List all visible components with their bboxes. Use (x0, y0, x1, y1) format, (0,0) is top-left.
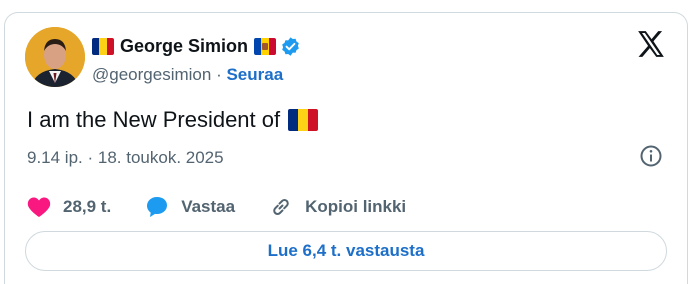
tweet-text: I am the New President of (27, 107, 281, 132)
separator-dot: · (216, 65, 222, 84)
heart-icon (27, 197, 51, 217)
tweet-timestamp[interactable]: 9.14 ip. · 18. toukok. 2025 (27, 148, 224, 168)
tweet-card: George Simion @georgesimion · Seuraa I a… (4, 12, 688, 284)
author-handle-row: @georgesimion · Seuraa (92, 65, 283, 85)
romania-flag-icon (92, 38, 114, 55)
info-icon[interactable] (639, 144, 663, 168)
like-count: 28,9 t. (63, 197, 112, 216)
link-icon (273, 199, 289, 215)
avatar[interactable] (25, 27, 85, 87)
author-name-row: George Simion (92, 36, 301, 57)
action-bar: 28,9 t. Vastaa Kopioi linkki (27, 195, 440, 219)
tweet-body: I am the New President of (27, 107, 319, 133)
moldova-flag-icon (254, 38, 277, 55)
romania-flag-icon (288, 109, 319, 131)
verified-badge-icon (282, 37, 299, 56)
author-handle[interactable]: @georgesimion (92, 65, 211, 84)
copy-link-label: Kopioi linkki (305, 197, 407, 216)
reply-label: Vastaa (181, 197, 236, 216)
like-action[interactable]: 28,9 t. (27, 196, 111, 218)
reply-action[interactable]: Vastaa (145, 195, 235, 219)
copy-link-action[interactable]: Kopioi linkki (269, 195, 406, 219)
read-replies-button[interactable]: Lue 6,4 t. vastausta (25, 231, 667, 271)
follow-button[interactable]: Seuraa (226, 65, 283, 84)
author-name[interactable]: George Simion (120, 36, 248, 57)
reply-icon (147, 197, 168, 217)
x-logo-icon[interactable] (637, 31, 665, 57)
